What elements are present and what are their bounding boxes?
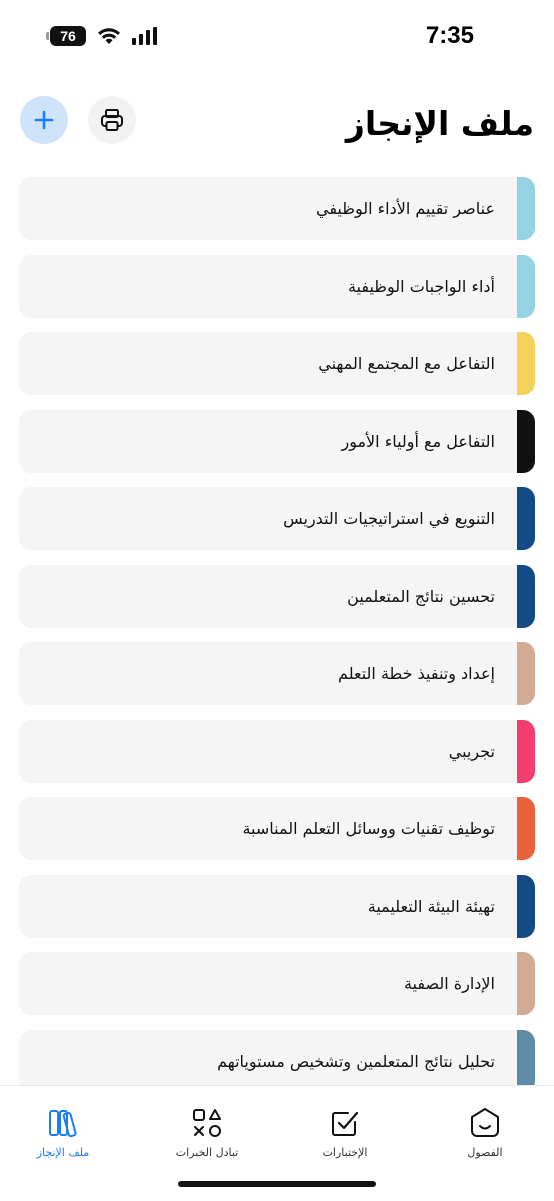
status-time: 7:35: [425, 22, 474, 49]
list-item[interactable]: التفاعل مع المجتمع المهني: [19, 332, 535, 395]
printer-icon: [101, 109, 123, 131]
print-button[interactable]: [88, 96, 136, 144]
list-item[interactable]: إعداد وتنفيذ خطة التعلم: [19, 642, 535, 705]
classes-icon: [471, 1108, 499, 1137]
home-indicator: [178, 1181, 376, 1187]
category-color-bar: [517, 487, 535, 550]
list-item-label: الإدارة الصفية: [403, 974, 495, 993]
checkbox-icon: [332, 1111, 359, 1136]
list-item-label: تحليل نتائج المتعلمين وتشخيص مستوياتهم: [217, 1051, 495, 1071]
battery-level: 76: [60, 28, 76, 44]
category-color-bar: [517, 642, 535, 705]
tab-tests[interactable]: الإختبارات: [290, 1106, 400, 1159]
list-item[interactable]: الإدارة الصفية: [19, 952, 535, 1015]
list-item[interactable]: توظيف تقنيات ووسائل التعلم المناسبة: [19, 797, 535, 860]
list-item-label: تحسين نتائج المتعلمين: [347, 586, 495, 606]
category-color-bar: [517, 254, 535, 318]
list-item[interactable]: تحسين نتائج المتعلمين: [19, 564, 535, 628]
category-color-bar: [517, 719, 535, 783]
tab-label: تبادل الخبرات: [175, 1146, 239, 1159]
list-item[interactable]: التفاعل مع أولياء الأمور: [19, 409, 535, 473]
battery-icon: 76: [46, 26, 86, 46]
list-item-label: عناصر تقييم الأداء الوظيفي: [315, 199, 495, 218]
tab-experiences[interactable]: تبادل الخبرات: [152, 1106, 262, 1159]
wifi-icon: [96, 26, 122, 46]
tab-label: ملف الإنجاز: [36, 1146, 90, 1159]
list-item-label: التنويع في استراتيجيات التدريس: [283, 509, 495, 528]
tab-portfolio[interactable]: ملف الإنجاز: [8, 1106, 118, 1159]
category-color-bar: [517, 409, 535, 473]
category-color-bar: [517, 564, 535, 628]
list-item[interactable]: تحليل نتائج المتعلمين وتشخيص مستوياتهم: [19, 1029, 535, 1093]
list-item-label: إعداد وتنفيذ خطة التعلم: [338, 664, 495, 683]
tab-label: الإختبارات: [322, 1146, 368, 1159]
plus-icon: [34, 110, 54, 130]
shapes-icon: [193, 1109, 221, 1137]
category-color-bar: [517, 332, 535, 395]
signal-icon: [132, 27, 158, 45]
category-color-bar: [517, 797, 535, 860]
status-icons: 76: [46, 26, 158, 46]
status-bar: 76 7:35: [0, 0, 554, 78]
add-button[interactable]: [20, 96, 68, 144]
list-item-label: توظيف تقنيات ووسائل التعلم المناسبة: [242, 819, 495, 838]
list-item[interactable]: عناصر تقييم الأداء الوظيفي: [19, 177, 535, 240]
list-item[interactable]: أداء الواجبات الوظيفية: [19, 254, 535, 318]
list-item-label: أداء الواجبات الوظيفية: [347, 276, 495, 296]
tab-classes[interactable]: الفصول: [430, 1106, 540, 1159]
list-item-label: التفاعل مع المجتمع المهني: [318, 354, 495, 373]
list-item[interactable]: تجريبي: [19, 719, 535, 783]
page-title: ملف الإنجاز: [345, 104, 534, 143]
tab-label: الفصول: [467, 1146, 503, 1159]
list-item-label: تجريبي: [448, 741, 495, 761]
category-color-bar: [517, 177, 535, 240]
list-item[interactable]: تهيئة البيئة التعليمية: [19, 874, 535, 938]
category-color-bar: [517, 874, 535, 938]
list-item-label: تهيئة البيئة التعليمية: [367, 896, 495, 916]
category-color-bar: [517, 952, 535, 1015]
list-item-label: التفاعل مع أولياء الأمور: [341, 431, 495, 451]
portfolio-icon: [49, 1110, 77, 1138]
category-color-bar: [517, 1029, 535, 1093]
list-item[interactable]: التنويع في استراتيجيات التدريس: [19, 487, 535, 550]
